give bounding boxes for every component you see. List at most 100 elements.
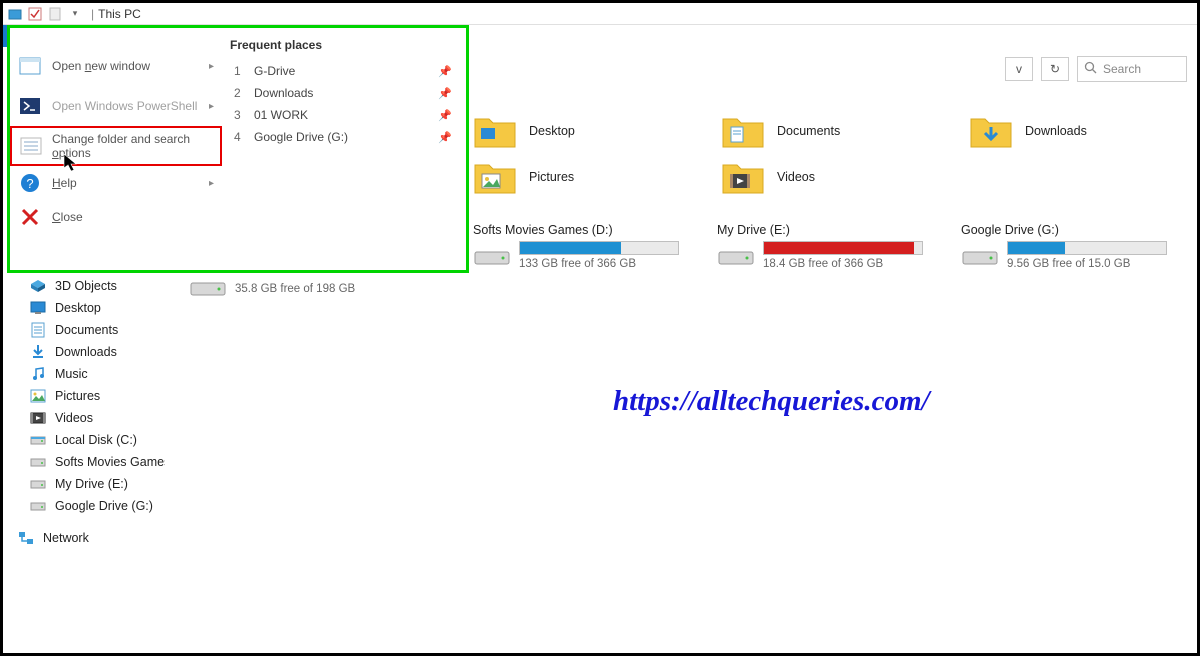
drive-label: Softs Movies Games (D:) bbox=[473, 223, 699, 237]
menu-open-powershell: Open Windows PowerShell ▸ bbox=[10, 86, 222, 126]
search-input[interactable]: Search bbox=[1077, 56, 1187, 82]
drive-icon bbox=[189, 275, 227, 299]
drive-free-text: 18.4 GB free of 366 GB bbox=[763, 258, 943, 270]
menu-change-folder-options[interactable]: Change folder and search options bbox=[10, 126, 222, 166]
folder-icon bbox=[721, 159, 765, 195]
drive-item[interactable]: My Drive (E:) 18.4 GB free of 366 GB bbox=[717, 223, 943, 270]
sidebar-label: Music bbox=[55, 367, 88, 381]
folder-pictures[interactable]: Pictures bbox=[473, 159, 683, 195]
folder-desktop[interactable]: Desktop bbox=[473, 113, 683, 149]
drive-icon bbox=[473, 244, 511, 268]
sidebar-label: Network bbox=[43, 531, 89, 545]
downloads-icon bbox=[29, 344, 47, 360]
file-menu: Open new window ▸ Open Windows PowerShel… bbox=[10, 28, 466, 270]
drive-item[interactable]: 35.8 GB free of 198 GB bbox=[189, 275, 419, 299]
refresh-button[interactable]: ↻ bbox=[1041, 57, 1069, 81]
folder-downloads[interactable]: Downloads bbox=[969, 113, 1179, 149]
titlebar-separator: | bbox=[91, 7, 94, 21]
sidebar-item-documents[interactable]: Documents bbox=[17, 319, 177, 341]
sidebar-label: Videos bbox=[55, 411, 93, 425]
submenu-arrow-icon: ▸ bbox=[209, 61, 214, 72]
frequent-label: 01 WORK bbox=[254, 108, 308, 122]
drive-icon bbox=[29, 454, 47, 470]
sidebar-label: Pictures bbox=[55, 389, 100, 403]
videos-icon bbox=[29, 410, 47, 426]
folder-icon bbox=[969, 113, 1013, 149]
folder-icon bbox=[473, 159, 517, 195]
window-title: This PC bbox=[98, 7, 141, 21]
help-icon: ? bbox=[18, 171, 42, 195]
folder-label: Downloads bbox=[1025, 124, 1087, 138]
cursor-icon bbox=[63, 153, 79, 173]
drive-icon bbox=[29, 498, 47, 514]
sidebar-item-desktop[interactable]: Desktop bbox=[17, 297, 177, 319]
folder-icon bbox=[721, 113, 765, 149]
file-menu-annotation: Open new window ▸ Open Windows PowerShel… bbox=[7, 25, 469, 273]
submenu-arrow-icon: ▸ bbox=[209, 101, 214, 112]
sidebar-label: Google Drive (G:) bbox=[55, 499, 153, 513]
folder-label: Videos bbox=[777, 170, 815, 184]
folder-label: Pictures bbox=[529, 170, 574, 184]
drive-free-text: 133 GB free of 366 GB bbox=[519, 258, 699, 270]
drive-item[interactable]: Google Drive (G:) 9.56 GB free of 15.0 G… bbox=[961, 223, 1187, 270]
sidebar-label: Downloads bbox=[55, 345, 117, 359]
qa-blank-icon[interactable] bbox=[47, 6, 63, 22]
frequent-place-item[interactable]: 3 01 WORK 📌 bbox=[230, 104, 458, 126]
frequent-place-item[interactable]: 1 G-Drive 📌 bbox=[230, 60, 458, 82]
pin-icon[interactable]: 📌 bbox=[438, 109, 452, 122]
drive-label: My Drive (E:) bbox=[717, 223, 943, 237]
frequent-places-title: Frequent places bbox=[230, 38, 458, 52]
pin-icon[interactable]: 📌 bbox=[438, 65, 452, 78]
frequent-label: Google Drive (G:) bbox=[254, 130, 348, 144]
drive-free-text: 35.8 GB free of 198 GB bbox=[235, 283, 419, 295]
music-icon bbox=[29, 366, 47, 382]
drive-icon bbox=[961, 244, 999, 268]
sidebar-item-drive-d[interactable]: Softs Movies Games bbox=[17, 451, 177, 473]
frequent-place-item[interactable]: 2 Downloads 📌 bbox=[230, 82, 458, 104]
menu-label: Open Windows PowerShell bbox=[52, 99, 197, 113]
powershell-icon bbox=[18, 94, 42, 118]
folder-videos[interactable]: Videos bbox=[721, 159, 931, 195]
drive-item[interactable]: Softs Movies Games (D:) 133 GB free of 3… bbox=[473, 223, 699, 270]
sidebar-item-drive-e[interactable]: My Drive (E:) bbox=[17, 473, 177, 495]
drive-label: Google Drive (G:) bbox=[961, 223, 1187, 237]
menu-label: Help bbox=[52, 176, 77, 190]
menu-label: Close bbox=[52, 210, 83, 224]
options-icon bbox=[20, 134, 42, 158]
main-content: Desktop Documents Downloads Pictures Vid… bbox=[473, 113, 1187, 270]
pictures-icon bbox=[29, 388, 47, 404]
sidebar-label: Desktop bbox=[55, 301, 101, 315]
window-icon bbox=[7, 6, 23, 22]
sidebar-item-downloads[interactable]: Downloads bbox=[17, 341, 177, 363]
drive-usage-bar bbox=[1007, 241, 1167, 255]
sidebar-label: My Drive (E:) bbox=[55, 477, 128, 491]
folder-documents[interactable]: Documents bbox=[721, 113, 931, 149]
svg-text:?: ? bbox=[26, 176, 33, 191]
pin-icon[interactable]: 📌 bbox=[438, 131, 452, 144]
sidebar-item-videos[interactable]: Videos bbox=[17, 407, 177, 429]
sidebar-item-music[interactable]: Music bbox=[17, 363, 177, 385]
qa-dropdown-icon[interactable]: ▾ bbox=[67, 6, 83, 22]
drive-usage-bar bbox=[763, 241, 923, 255]
drive-icon bbox=[29, 432, 47, 448]
menu-help[interactable]: ? Help ▸ bbox=[10, 166, 222, 200]
nav-tree: 3D Objects Desktop Documents Downloads M… bbox=[17, 275, 177, 549]
menu-open-new-window[interactable]: Open new window ▸ bbox=[10, 46, 222, 86]
3d-objects-icon bbox=[29, 278, 47, 294]
frequent-place-item[interactable]: 4 Google Drive (G:) 📌 bbox=[230, 126, 458, 148]
submenu-arrow-icon: ▸ bbox=[209, 178, 214, 189]
sidebar-item-drive-g[interactable]: Google Drive (G:) bbox=[17, 495, 177, 517]
titlebar: ▾ | This PC bbox=[3, 3, 1197, 25]
pin-icon[interactable]: 📌 bbox=[438, 87, 452, 100]
sidebar-item-network[interactable]: Network bbox=[17, 527, 177, 549]
qa-check-icon[interactable] bbox=[27, 6, 43, 22]
folder-label: Desktop bbox=[529, 124, 575, 138]
frequent-label: G-Drive bbox=[254, 64, 295, 78]
address-dropdown-button[interactable]: v bbox=[1005, 57, 1033, 81]
sidebar-item-local-disk-c[interactable]: Local Disk (C:) bbox=[17, 429, 177, 451]
network-icon bbox=[17, 530, 35, 546]
sidebar-item-3d-objects[interactable]: 3D Objects bbox=[17, 275, 177, 297]
menu-label: Open new window bbox=[52, 59, 150, 73]
menu-close[interactable]: Close bbox=[10, 200, 222, 234]
sidebar-item-pictures[interactable]: Pictures bbox=[17, 385, 177, 407]
